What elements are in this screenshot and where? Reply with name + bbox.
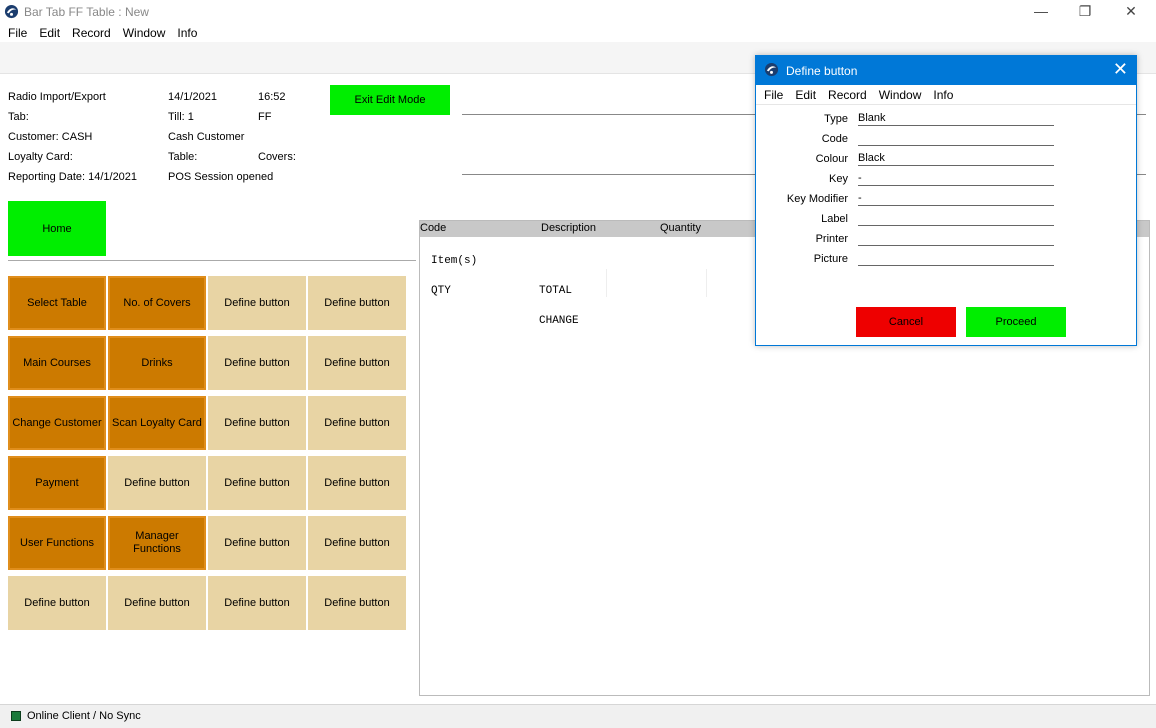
tab-label: Tab: <box>8 111 29 123</box>
menu-file[interactable]: File <box>2 25 33 41</box>
maximize-button[interactable]: ❐ <box>1062 0 1108 24</box>
divider <box>606 269 607 297</box>
till-label: Till: 1 <box>168 111 194 123</box>
define-button-dialog: Define button ✕ File Edit Record Window … <box>755 55 1137 346</box>
radio-import-export-label: Radio Import/Export <box>8 91 106 103</box>
covers-label: Covers: <box>258 151 296 163</box>
column-header-quantity[interactable]: Quantity <box>660 222 701 234</box>
loyalty-card-label: Loyalty Card: <box>8 151 73 163</box>
divider <box>1136 114 1146 115</box>
divider <box>756 104 1136 105</box>
label-field[interactable] <box>858 212 1054 226</box>
title-bar: Bar Tab FF Table : New — ❐ ✕ <box>0 0 1156 24</box>
menu-edit[interactable]: Edit <box>33 25 66 41</box>
exit-edit-mode-button[interactable]: Exit Edit Mode <box>330 85 450 115</box>
drinks-button[interactable]: Drinks <box>108 336 206 390</box>
define-button[interactable]: Define button <box>8 576 106 630</box>
key-label: Key <box>829 173 848 185</box>
divider <box>1136 174 1146 175</box>
total-label: TOTAL <box>539 285 573 297</box>
menu-info[interactable]: Info <box>171 25 203 41</box>
divider <box>706 269 707 297</box>
define-button[interactable]: Define button <box>108 456 206 510</box>
till-code: FF <box>258 111 272 123</box>
printer-label: Printer <box>815 233 848 245</box>
dialog-title: Define button <box>786 64 858 78</box>
key-modifier-label: Key Modifier <box>786 193 848 205</box>
picture-field[interactable] <box>858 252 1054 266</box>
dialog-menu-edit[interactable]: Edit <box>789 87 822 103</box>
column-header-description[interactable]: Description <box>541 222 596 234</box>
define-button[interactable]: Define button <box>308 276 406 330</box>
select-table-button[interactable]: Select Table <box>8 276 106 330</box>
divider <box>462 174 758 175</box>
label-label: Label <box>821 213 848 225</box>
minimize-button[interactable]: — <box>1018 0 1064 24</box>
divider <box>462 114 758 115</box>
no-of-covers-button[interactable]: No. of Covers <box>108 276 206 330</box>
define-button[interactable]: Define button <box>208 396 306 450</box>
connection-status-icon <box>11 711 21 721</box>
dialog-menu-file[interactable]: File <box>758 87 789 103</box>
item-count-label: Item(s) <box>431 255 478 267</box>
change-customer-button[interactable]: Change Customer <box>8 396 106 450</box>
customer-label: Customer: CASH <box>8 131 93 143</box>
key-modifier-field[interactable]: - <box>858 192 1054 206</box>
define-button[interactable]: Define button <box>308 516 406 570</box>
printer-field[interactable] <box>858 232 1054 246</box>
status-bar: Online Client / No Sync <box>0 704 1156 728</box>
define-button[interactable]: Define button <box>108 576 206 630</box>
table-label: Table: <box>168 151 198 163</box>
define-button[interactable]: Define button <box>208 516 306 570</box>
scan-loyalty-card-button[interactable]: Scan Loyalty Card <box>108 396 206 450</box>
close-icon[interactable]: ✕ <box>1113 59 1128 79</box>
dialog-menu-record[interactable]: Record <box>822 87 873 103</box>
menu-record[interactable]: Record <box>66 25 117 41</box>
divider <box>8 260 416 261</box>
close-window-button[interactable]: ✕ <box>1108 0 1154 24</box>
reporting-date-label: Reporting Date: 14/1/2021 <box>8 171 138 183</box>
app-logo-icon <box>764 62 779 77</box>
window-title: Bar Tab FF Table : New <box>24 5 149 19</box>
define-button[interactable]: Define button <box>208 456 306 510</box>
column-header-code[interactable]: Code <box>420 222 446 234</box>
customer-name: Cash Customer <box>168 131 245 143</box>
cancel-button[interactable]: Cancel <box>856 307 956 337</box>
transaction-date: 14/1/2021 <box>168 91 217 103</box>
type-label: Type <box>824 113 848 125</box>
picture-label: Picture <box>813 253 848 265</box>
change-label: CHANGE <box>539 315 579 327</box>
menu-window[interactable]: Window <box>117 25 172 41</box>
main-courses-button[interactable]: Main Courses <box>8 336 106 390</box>
define-button[interactable]: Define button <box>308 336 406 390</box>
menu-bar: File Edit Record Window Info <box>2 25 203 41</box>
colour-label: Colour <box>815 153 848 165</box>
code-label: Code <box>821 133 848 145</box>
dialog-menu-bar: File Edit Record Window Info <box>758 87 959 103</box>
qty-label: QTY <box>431 285 451 297</box>
home-button[interactable]: Home <box>8 201 106 256</box>
define-button[interactable]: Define button <box>308 456 406 510</box>
define-button[interactable]: Define button <box>208 576 306 630</box>
user-functions-button[interactable]: User Functions <box>8 516 106 570</box>
type-field[interactable]: Blank <box>858 112 1054 126</box>
dialog-title-bar[interactable]: Define button ✕ <box>756 56 1136 85</box>
key-field[interactable]: - <box>858 172 1054 186</box>
transaction-time: 16:52 <box>258 91 286 103</box>
manager-functions-button[interactable]: Manager Functions <box>108 516 206 570</box>
status-text: Online Client / No Sync <box>27 710 141 722</box>
define-button[interactable]: Define button <box>308 576 406 630</box>
dialog-menu-window[interactable]: Window <box>873 87 928 103</box>
define-button[interactable]: Define button <box>208 276 306 330</box>
define-button[interactable]: Define button <box>208 336 306 390</box>
proceed-button[interactable]: Proceed <box>966 307 1066 337</box>
payment-button[interactable]: Payment <box>8 456 106 510</box>
code-field[interactable] <box>858 132 1054 146</box>
colour-field[interactable]: Black <box>858 152 1054 166</box>
define-button[interactable]: Define button <box>308 396 406 450</box>
app-logo-icon <box>4 4 19 19</box>
dialog-menu-info[interactable]: Info <box>927 87 959 103</box>
session-status: POS Session opened <box>168 171 274 183</box>
